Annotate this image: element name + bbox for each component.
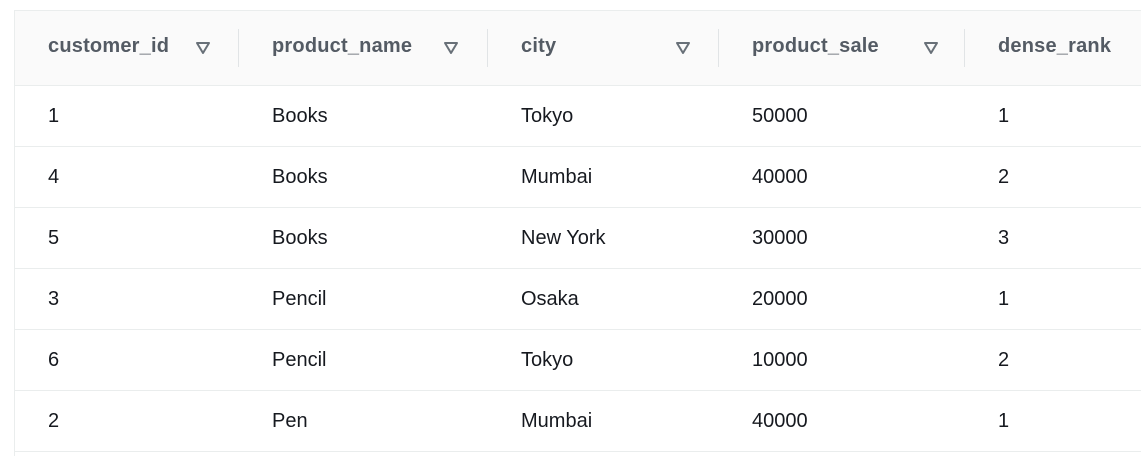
cell-product-sale: 40000 xyxy=(719,147,965,207)
table-row[interactable]: 6 Pencil Tokyo 10000 2 xyxy=(15,330,1141,391)
cell-city: Mumbai xyxy=(488,391,719,451)
cell-customer-id: 1 xyxy=(15,86,239,146)
cell-product-sale: 50000 xyxy=(719,86,965,146)
cell-text: 1 xyxy=(48,105,60,127)
cell-text: 40000 xyxy=(752,166,808,188)
table-row[interactable]: 4 Books Mumbai 40000 2 xyxy=(15,147,1141,208)
table-row[interactable]: 1 Books Tokyo 50000 1 xyxy=(15,86,1141,147)
cell-dense-rank: 1 xyxy=(965,269,1141,329)
cell-text: New York xyxy=(521,227,606,249)
cell-text: Pencil xyxy=(272,288,327,310)
column-header-customer-id[interactable]: customer_id xyxy=(15,11,239,85)
sort-icon[interactable] xyxy=(675,41,691,55)
cell-city: Mumbai xyxy=(488,147,719,207)
cell-city: Tokyo xyxy=(488,86,719,146)
cell-text: 20000 xyxy=(752,288,808,310)
cell-text: Mumbai xyxy=(521,410,593,432)
cell-dense-rank: 2 xyxy=(965,147,1141,207)
cell-customer-id: 5 xyxy=(15,208,239,268)
cell-product-name: Books xyxy=(239,208,488,268)
cell-text: 4 xyxy=(48,166,60,188)
table-row[interactable]: 2 Pen Mumbai 40000 1 xyxy=(15,391,1141,452)
cell-dense-rank: 3 xyxy=(965,208,1141,268)
cell-text: 1 xyxy=(998,410,1010,432)
cell-dense-rank: 2 xyxy=(965,330,1141,390)
cell-product-name: Pencil xyxy=(239,269,488,329)
cell-text: 2 xyxy=(998,166,1010,188)
column-header-label: product_sale xyxy=(752,35,879,57)
column-header-label: product_name xyxy=(272,35,413,57)
table-header: customer_id product_name city product_sa… xyxy=(15,11,1141,86)
cell-text: 30000 xyxy=(752,227,808,249)
cell-dense-rank: 1 xyxy=(965,86,1141,146)
cell-product-name: Pencil xyxy=(239,330,488,390)
column-header-label: city xyxy=(521,35,557,57)
cell-text: 6 xyxy=(48,349,60,371)
cell-product-sale: 20000 xyxy=(719,269,965,329)
column-header-city[interactable]: city xyxy=(488,11,719,85)
cell-customer-id: 2 xyxy=(15,391,239,451)
sort-icon[interactable] xyxy=(923,41,939,55)
column-header-label: dense_rank xyxy=(998,35,1112,57)
cell-product-name: Books xyxy=(239,86,488,146)
cell-product-name: Pen xyxy=(239,391,488,451)
cell-text: Books xyxy=(272,166,328,188)
column-header-product-name[interactable]: product_name xyxy=(239,11,488,85)
column-header-label: customer_id xyxy=(48,35,170,57)
column-header-dense-rank[interactable]: dense_rank xyxy=(965,11,1141,85)
cell-text: 50000 xyxy=(752,105,808,127)
cell-text: Osaka xyxy=(521,288,579,310)
cell-product-name: Books xyxy=(239,147,488,207)
cell-text: Pencil xyxy=(272,349,327,371)
column-header-product-sale[interactable]: product_sale xyxy=(719,11,965,85)
cell-text: 10000 xyxy=(752,349,808,371)
cell-text: 3 xyxy=(998,227,1010,249)
cell-city: Osaka xyxy=(488,269,719,329)
cell-text: Books xyxy=(272,227,328,249)
sort-icon[interactable] xyxy=(195,41,211,55)
cell-city: New York xyxy=(488,208,719,268)
cell-city: Tokyo xyxy=(488,330,719,390)
cell-text: 3 xyxy=(48,288,60,310)
cell-customer-id: 3 xyxy=(15,269,239,329)
cell-text: 2 xyxy=(998,349,1010,371)
cell-product-sale: 30000 xyxy=(719,208,965,268)
cell-customer-id: 6 xyxy=(15,330,239,390)
table-row[interactable]: 5 Books New York 30000 3 xyxy=(15,208,1141,269)
cell-text: Mumbai xyxy=(521,166,593,188)
cell-text: Tokyo xyxy=(521,105,574,127)
cell-text: Tokyo xyxy=(521,349,574,371)
cell-text: 1 xyxy=(998,288,1010,310)
results-table: customer_id product_name city product_sa… xyxy=(15,11,1141,452)
cell-customer-id: 4 xyxy=(15,147,239,207)
cell-text: Pen xyxy=(272,410,308,432)
table-row[interactable]: 3 Pencil Osaka 20000 1 xyxy=(15,269,1141,330)
cell-product-sale: 40000 xyxy=(719,391,965,451)
cell-text: 1 xyxy=(998,105,1010,127)
cell-product-sale: 10000 xyxy=(719,330,965,390)
cell-text: 5 xyxy=(48,227,60,249)
cell-text: Books xyxy=(272,105,328,127)
cell-text: 40000 xyxy=(752,410,808,432)
sort-icon[interactable] xyxy=(443,41,459,55)
cell-text: 2 xyxy=(48,410,60,432)
cell-dense-rank: 1 xyxy=(965,391,1141,451)
